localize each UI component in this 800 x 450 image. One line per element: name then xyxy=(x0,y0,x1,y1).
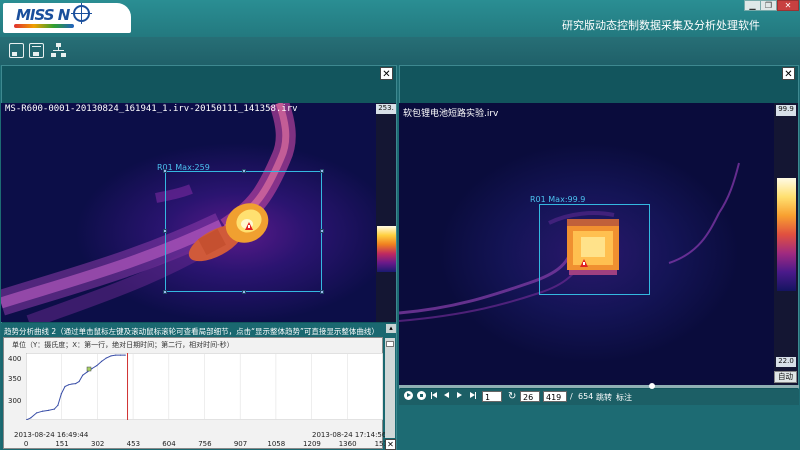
roi-handle[interactable] xyxy=(163,229,167,233)
data-point xyxy=(78,380,80,383)
left-view-close-button[interactable]: ✕ xyxy=(380,67,393,80)
speed-input[interactable]: 26 xyxy=(520,391,540,402)
data-point xyxy=(124,354,126,356)
app-title: 研究版动态控制数据采集及分析处理软件 xyxy=(562,19,760,32)
frame-current-input[interactable]: 419 xyxy=(543,391,567,402)
trend-pin-button[interactable]: ▴ xyxy=(386,324,396,333)
x-tick-label: 1209 xyxy=(303,440,321,448)
data-point xyxy=(82,374,84,376)
frame-separator: / xyxy=(570,392,573,401)
right-lower-area xyxy=(399,405,799,450)
roi-handle[interactable] xyxy=(320,169,324,173)
annotate-button[interactable]: 标注 xyxy=(616,392,632,403)
data-point xyxy=(115,354,117,356)
x-tick-label: 1360 xyxy=(338,440,357,448)
trend-close-button[interactable]: ✕ xyxy=(385,439,396,450)
image-view-icon[interactable] xyxy=(9,43,24,58)
data-point xyxy=(110,355,112,357)
roi-handle[interactable] xyxy=(320,290,324,294)
y-tick-label: 350 xyxy=(8,375,22,383)
data-point xyxy=(47,409,50,411)
data-point xyxy=(105,357,107,359)
y-tick-label: 300 xyxy=(8,397,22,405)
data-point xyxy=(30,417,32,419)
max-temp-marker-icon xyxy=(580,259,588,267)
data-point xyxy=(100,360,103,362)
right-roi-box[interactable] xyxy=(539,204,650,295)
left-color-bar xyxy=(377,226,396,272)
play-icon[interactable] xyxy=(404,391,413,400)
stop-icon[interactable] xyxy=(417,391,426,400)
data-point xyxy=(53,408,55,410)
right-view-close-button[interactable]: ✕ xyxy=(782,67,795,80)
data-point xyxy=(91,367,93,370)
logo-crosshair-icon xyxy=(71,3,92,24)
frame-total: 654 xyxy=(578,392,594,401)
playback-progress-track[interactable] xyxy=(399,385,799,388)
data-point xyxy=(71,383,73,385)
data-point xyxy=(60,393,63,395)
max-temp-marker-icon xyxy=(245,222,253,230)
x-tick-label: 302 xyxy=(91,440,105,448)
x-tick-label: 151 xyxy=(55,440,69,448)
right-scale-min: 22.0 xyxy=(776,357,796,367)
auto-scale-button[interactable]: 自动 xyxy=(774,371,797,383)
logo-swoosh xyxy=(14,24,74,28)
minimize-button[interactable]: ▁ xyxy=(744,0,761,11)
data-point xyxy=(41,410,44,412)
data-point xyxy=(67,384,70,386)
x-tick-label: 1058 xyxy=(267,440,286,448)
x-tick-label: 907 xyxy=(233,440,248,448)
trend-end-time: 2013-08-24 17:14:56 xyxy=(312,431,387,439)
left-color-scale xyxy=(376,103,396,322)
left-scale-max: 253. xyxy=(376,104,396,114)
data-point xyxy=(36,412,38,414)
left-roi-box[interactable] xyxy=(165,171,322,292)
window-close-button[interactable]: ✕ xyxy=(777,0,799,11)
y-tick-label: 400 xyxy=(8,355,22,363)
jump-button[interactable]: 跳转 xyxy=(596,392,612,403)
hierarchy-icon[interactable] xyxy=(51,43,66,58)
data-point xyxy=(74,382,77,385)
x-tick-label: 604 xyxy=(162,440,176,448)
roi-handle[interactable] xyxy=(163,169,167,173)
left-filename: MS-R600-0001-20130824_161941_1.irv-20150… xyxy=(5,104,298,114)
trend-scroll-thumb[interactable] xyxy=(386,341,394,347)
maximize-button[interactable]: ❐ xyxy=(760,0,777,11)
x-tick-label: 453 xyxy=(126,440,141,448)
logo-text: MISS N xyxy=(16,6,70,24)
data-point xyxy=(119,354,122,356)
toolbar xyxy=(0,37,800,65)
trend-unit-text: 单位（Y：摄氏度；X：第一行，绝对日期时间；第二行，相对时间-秒） xyxy=(12,341,234,349)
roi-handle[interactable] xyxy=(242,169,246,173)
image-compare-icon[interactable] xyxy=(29,43,44,58)
right-roi-label: R01 Max:99.9 xyxy=(530,195,586,204)
trend-plot[interactable] xyxy=(26,353,383,420)
roi-handle[interactable] xyxy=(320,229,324,233)
x-tick-label: 756 xyxy=(198,440,212,448)
trend-start-time: 2013-08-24 16:49:44 xyxy=(14,431,89,439)
roi-handle[interactable] xyxy=(242,290,246,294)
data-point xyxy=(64,385,66,388)
data-point xyxy=(57,404,59,406)
data-point xyxy=(96,364,98,367)
trend-title: 趋势分析曲线 2（通过单击鼠标左键及滚动鼠标滚轮可查看局部细节，点击“显示整体趋… xyxy=(4,327,379,336)
x-tick-label: 0 xyxy=(23,440,29,448)
roi-handle[interactable] xyxy=(163,290,167,294)
right-filename: 软包锂电池短路实验.irv xyxy=(403,109,499,119)
right-scale-max: 99.9 xyxy=(776,105,796,116)
refresh-icon[interactable]: ↻ xyxy=(508,391,516,402)
data-point xyxy=(86,371,88,373)
frame-page-input[interactable]: 1 xyxy=(482,391,502,402)
trend-scrollbar[interactable] xyxy=(385,338,395,438)
right-color-bar xyxy=(777,178,796,291)
